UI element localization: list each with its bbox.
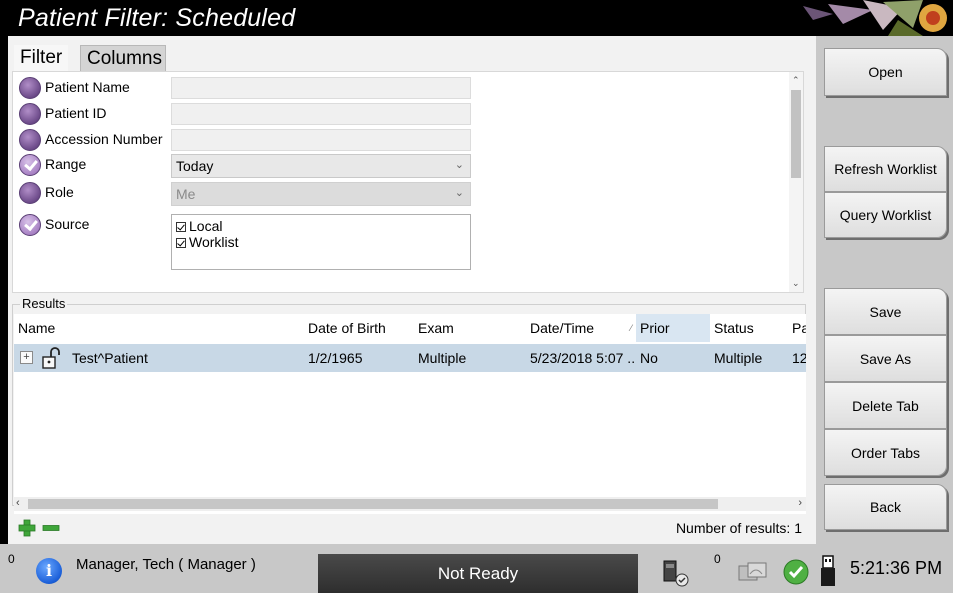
accession-number-toggle[interactable] (19, 129, 41, 151)
filter-row-role: Role Me ⌄ (13, 182, 483, 206)
back-button[interactable]: Back (824, 484, 947, 530)
info-icon[interactable]: i (36, 558, 62, 584)
cell-prior: No (640, 350, 658, 366)
main-panel: Filter Columns Patient Name Patient ID A… (8, 36, 816, 544)
scroll-left-icon[interactable]: ‹ (16, 497, 20, 509)
save-as-button[interactable]: Save As (824, 335, 947, 382)
cell-pat: 123 (792, 350, 806, 366)
column-header-date-time[interactable]: Date/Time ⁄ (526, 314, 636, 342)
tab-columns[interactable]: Columns (80, 45, 166, 71)
role-select-value: Me (176, 186, 196, 202)
patient-id-label: Patient ID (45, 105, 107, 121)
system-status: Not Ready (318, 554, 638, 593)
filter-panel: Patient Name Patient ID Accession Number… (12, 71, 804, 293)
check-icon (24, 156, 38, 172)
scroll-thumb[interactable] (28, 499, 718, 509)
plus-icon[interactable] (18, 519, 36, 537)
patient-id-input[interactable] (171, 103, 471, 125)
query-worklist-button[interactable]: Query Worklist (824, 192, 947, 238)
clock: 5:21:36 PM (850, 558, 943, 578)
patient-name-toggle[interactable] (19, 77, 41, 99)
range-select-value: Today (176, 158, 214, 174)
scroll-down-icon[interactable]: ⌄ (792, 278, 800, 289)
left-alert-count: 0 (8, 552, 15, 566)
right-alert-count: 0 (714, 552, 721, 566)
scroll-up-icon[interactable]: ⌃ (792, 75, 800, 86)
action-panel: Open Refresh Worklist Query Worklist Sav… (816, 36, 953, 544)
filter-row-accession-number: Accession Number (13, 128, 483, 152)
column-header-name[interactable]: Name (14, 314, 304, 342)
accession-number-input[interactable] (171, 129, 471, 151)
filter-row-range: Range Today ⌄ (13, 154, 483, 178)
cell-status: Multiple (714, 350, 763, 366)
checkbox-checked-icon[interactable] (176, 238, 186, 248)
results-table: Name Date of Birth Exam Date/Time ⁄ Prio… (14, 314, 806, 514)
window-title: Patient Filter: Scheduled (18, 4, 296, 32)
source-label: Source (45, 216, 90, 232)
column-header-date-of-birth[interactable]: Date of Birth (304, 314, 414, 342)
checkbox-checked-icon[interactable] (176, 222, 186, 232)
filter-row-patient-name: Patient Name (13, 76, 483, 100)
sort-indicator-icon: ⁄ (630, 323, 632, 333)
source-toggle[interactable] (19, 214, 41, 236)
results-count: Number of results: 1 (675, 520, 802, 536)
save-button[interactable]: Save (824, 288, 947, 335)
accession-number-label: Accession Number (45, 131, 163, 147)
scroll-right-icon[interactable]: › (798, 497, 802, 509)
results-horizontal-scrollbar[interactable]: ‹ › (14, 497, 806, 511)
role-select[interactable]: Me ⌄ (171, 182, 471, 206)
delete-tab-button[interactable]: Delete Tab (824, 382, 947, 429)
filter-vertical-scrollbar[interactable]: ⌃ ⌄ (789, 72, 803, 292)
role-toggle[interactable] (19, 182, 41, 204)
check-icon (24, 216, 38, 232)
current-user[interactable]: Manager, Tech ( Manager ) (76, 556, 256, 573)
usb-device-icon[interactable] (818, 554, 838, 588)
source-option-worklist[interactable]: Worklist (176, 234, 466, 250)
column-header-status[interactable]: Status (710, 314, 788, 342)
detector-status-icon[interactable] (660, 558, 690, 588)
cell-date-of-birth: 1/2/1965 (308, 350, 363, 366)
cell-name: Test^Patient (72, 350, 148, 366)
chevron-down-icon: ⌄ (454, 159, 464, 171)
range-label: Range (45, 156, 87, 172)
source-option-local[interactable]: Local (176, 218, 466, 234)
expand-plus-icon[interactable]: + (20, 351, 33, 364)
results-label: Results (20, 296, 68, 311)
column-header-exam[interactable]: Exam (414, 314, 526, 342)
range-toggle[interactable] (19, 154, 41, 176)
range-select[interactable]: Today ⌄ (171, 154, 471, 178)
scroll-thumb[interactable] (791, 90, 801, 178)
filter-row-patient-id: Patient ID (13, 102, 483, 126)
table-row[interactable]: + Test^Patient 1/2/1965 Multiple 5/23/20… (14, 344, 806, 372)
column-header-prior[interactable]: Prior (636, 314, 710, 342)
cell-date-time: 5/23/2018 5:07 ... (530, 350, 636, 366)
patient-name-input[interactable] (171, 77, 471, 99)
tab-filter[interactable]: Filter (14, 45, 69, 71)
source-list: Local Worklist (171, 214, 471, 270)
title-bar: Patient Filter: Scheduled (0, 0, 953, 36)
column-header-pat[interactable]: Pat (788, 314, 806, 342)
patient-name-label: Patient Name (45, 79, 130, 95)
order-tabs-button[interactable]: Order Tabs (824, 429, 947, 476)
patient-id-toggle[interactable] (19, 103, 41, 125)
refresh-worklist-button[interactable]: Refresh Worklist (824, 146, 947, 192)
flower-banner-image (773, 0, 953, 36)
filter-row-source: Source Local Worklist (13, 214, 483, 274)
check-status-icon[interactable] (782, 558, 810, 586)
minus-icon[interactable] (42, 519, 60, 537)
unlock-icon (42, 347, 60, 369)
status-bar: 0 i Manager, Tech ( Manager ) Not Ready … (0, 544, 953, 593)
output-queue-icon[interactable] (736, 560, 772, 586)
open-button[interactable]: Open (824, 48, 947, 96)
cell-exam: Multiple (418, 350, 467, 366)
role-label: Role (45, 184, 74, 200)
chevron-down-icon: ⌄ (454, 187, 464, 199)
